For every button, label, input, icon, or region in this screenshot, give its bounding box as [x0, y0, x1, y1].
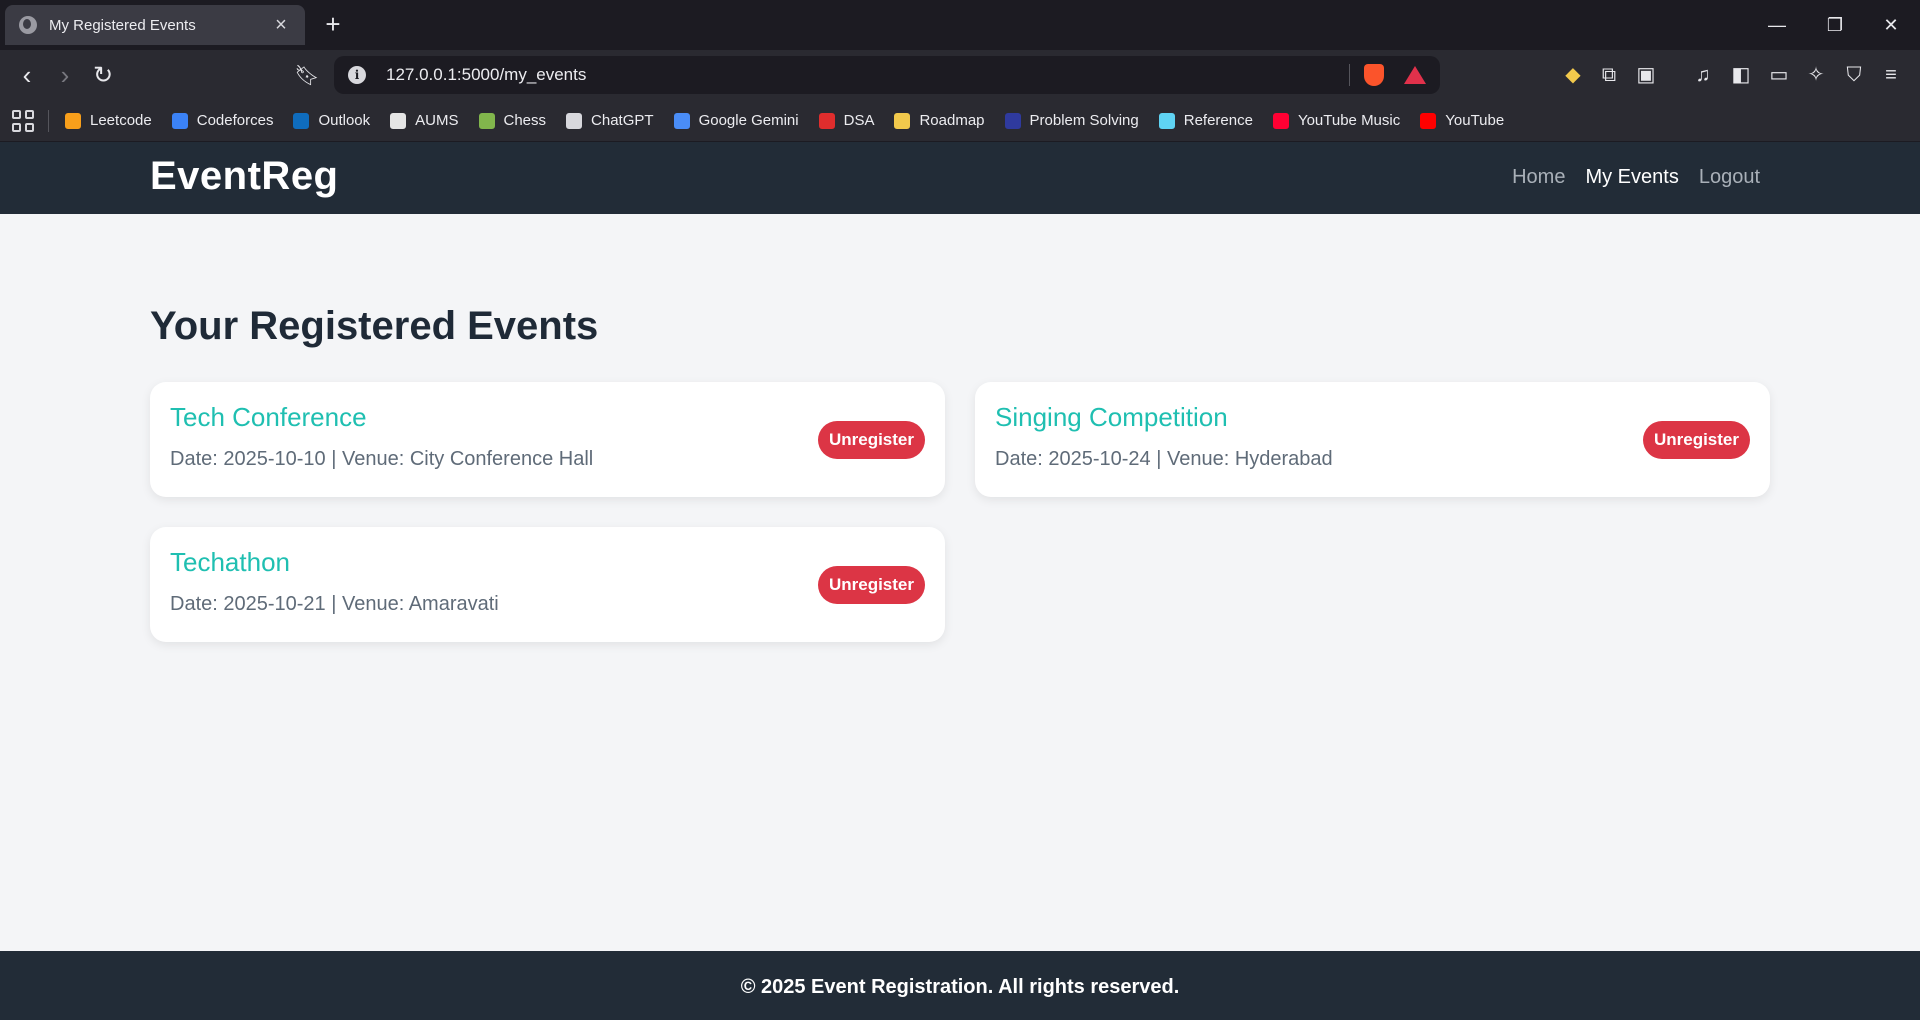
new-tab-button[interactable]: +	[318, 10, 348, 40]
event-title: Techathon	[170, 547, 290, 577]
bookmark-dsa[interactable]: DSA	[818, 112, 875, 129]
page-title: Your Registered Events	[150, 304, 599, 348]
brand-logo[interactable]: EventReg	[150, 154, 339, 199]
apps-grid-icon[interactable]	[12, 109, 34, 132]
leetcode-extension-icon[interactable]: ◆	[1560, 63, 1586, 87]
nav-logout[interactable]: Logout	[1699, 166, 1760, 189]
nav-home[interactable]: Home	[1512, 166, 1565, 189]
gauge-icon	[1004, 112, 1021, 129]
sidebar-icon[interactable]: ◧	[1728, 63, 1754, 87]
bookmark-icon[interactable]: 🔖︎	[290, 59, 324, 91]
bookmark-label: Google Gemini	[698, 112, 799, 129]
tab-close-icon[interactable]: ×	[269, 14, 293, 37]
unregister-button[interactable]: Unregister	[817, 566, 925, 604]
unregister-button[interactable]: Unregister	[817, 421, 925, 459]
react-icon	[1158, 112, 1175, 129]
bookmark-label: Reference	[1183, 112, 1253, 129]
screenshot-icon[interactable]: ▣	[1633, 63, 1659, 87]
event-details: Date: 2025-10-21 | Venue: Amaravati	[170, 593, 499, 615]
gemini-icon	[673, 112, 690, 129]
browser-tab[interactable]: My Registered Events ×	[5, 5, 305, 45]
reload-button[interactable]: ↻	[86, 59, 120, 91]
back-button[interactable]: ‹	[10, 59, 44, 91]
event-details: Date: 2025-10-24 | Venue: Hyderabad	[995, 448, 1333, 470]
bookmarks-divider	[48, 109, 49, 132]
codeforces-icon	[171, 112, 188, 129]
youtube-music-icon	[1272, 112, 1289, 129]
bookmarks-bar: Leetcode Codeforces Outlook AUMS Chess ChatGP…	[0, 100, 1920, 142]
rocket-icon	[894, 112, 911, 129]
unregister-button[interactable]: Unregister	[1642, 421, 1750, 459]
event-title: Tech Conference	[170, 402, 367, 432]
bookmark-chatgpt[interactable]: ChatGPT	[566, 112, 654, 129]
copyright-text: © 2025 Event Registration. All rights re…	[740, 976, 1180, 998]
event-title: Singing Competition	[995, 402, 1228, 432]
globe-icon	[19, 16, 37, 34]
bookmark-label: YouTube	[1445, 112, 1505, 129]
bookmark-label: ChatGPT	[591, 112, 654, 129]
bookmark-chess[interactable]: Chess	[478, 112, 547, 129]
dsa-icon	[818, 112, 835, 129]
chatgpt-icon	[566, 112, 583, 129]
bookmark-problem-solving[interactable]: Problem Solving	[1004, 112, 1139, 129]
brave-shields-icon[interactable]	[1364, 64, 1384, 86]
bookmark-label: AUMS	[415, 112, 459, 129]
site-nav: Home My Events Logout	[1512, 166, 1760, 189]
chess-icon	[478, 112, 495, 129]
browser-tabstrip: My Registered Events × + — ❐ ✕	[0, 0, 1920, 50]
bookmark-label: Codeforces	[196, 112, 274, 129]
window-close-icon[interactable]: ✕	[1862, 0, 1920, 50]
bookmark-label: YouTube Music	[1297, 112, 1401, 129]
bookmark-label: Leetcode	[90, 112, 152, 129]
event-details: Date: 2025-10-10 | Venue: City Conferenc…	[170, 448, 594, 470]
bookmark-youtube[interactable]: YouTube	[1420, 112, 1504, 129]
bookmark-label: DSA	[843, 112, 875, 129]
bookmark-roadmap[interactable]: Roadmap	[894, 112, 985, 129]
restore-icon[interactable]: ❐	[1806, 0, 1864, 50]
nav-my-events[interactable]: My Events	[1585, 166, 1678, 189]
leetcode-icon	[65, 112, 81, 129]
tab-title: My Registered Events	[49, 16, 196, 34]
bookmark-outlook[interactable]: Outlook	[293, 112, 370, 129]
bookmark-label: Chess	[503, 112, 547, 129]
omnibox-divider	[1349, 64, 1350, 86]
bookmark-codeforces[interactable]: Codeforces	[171, 112, 274, 129]
youtube-icon	[1420, 112, 1437, 129]
minimize-icon[interactable]: —	[1748, 0, 1806, 50]
bookmark-leetcode[interactable]: Leetcode	[65, 112, 152, 129]
aums-icon	[390, 112, 407, 129]
event-card: Singing Competition Date: 2025-10-24 | V…	[975, 382, 1770, 497]
event-card: Tech Conference Date: 2025-10-10 | Venue…	[150, 382, 945, 497]
address-bar[interactable]: i 127.0.0.1:5000/my_events	[334, 56, 1440, 94]
bookmark-label: Problem Solving	[1029, 112, 1139, 129]
bookmark-label: Outlook	[318, 112, 371, 129]
url-text[interactable]: 127.0.0.1:5000/my_events	[386, 65, 1349, 85]
bookmark-youtube-music[interactable]: YouTube Music	[1272, 112, 1401, 129]
bookmark-aums[interactable]: AUMS	[390, 112, 459, 129]
site-info-icon[interactable]: i	[348, 66, 366, 84]
browser-toolbar: ‹ › ↻ 🔖︎ i 127.0.0.1:5000/my_events ◆ ⧉ …	[0, 50, 1920, 100]
leo-ai-icon[interactable]: ✧	[1803, 63, 1829, 87]
bookmark-google-gemini[interactable]: Google Gemini	[673, 112, 799, 129]
site-footer: © 2025 Event Registration. All rights re…	[0, 951, 1920, 1020]
menu-icon[interactable]: ≡	[1878, 63, 1904, 87]
brave-rewards-icon[interactable]	[1404, 66, 1426, 84]
site-header: EventReg Home My Events Logout	[0, 142, 1920, 214]
bookmark-label: Roadmap	[919, 112, 985, 129]
forward-button[interactable]: ›	[48, 59, 82, 91]
music-icon[interactable]: ♫	[1690, 63, 1716, 87]
wallet-icon[interactable]: ▭	[1766, 63, 1792, 87]
vpn-shield-icon[interactable]: ⛉	[1841, 63, 1867, 87]
outlook-icon	[293, 112, 310, 129]
event-card: Techathon Date: 2025-10-21 | Venue: Amar…	[150, 527, 945, 642]
extensions-icon[interactable]: ⧉	[1596, 63, 1622, 87]
bookmark-reference[interactable]: Reference	[1158, 112, 1253, 129]
